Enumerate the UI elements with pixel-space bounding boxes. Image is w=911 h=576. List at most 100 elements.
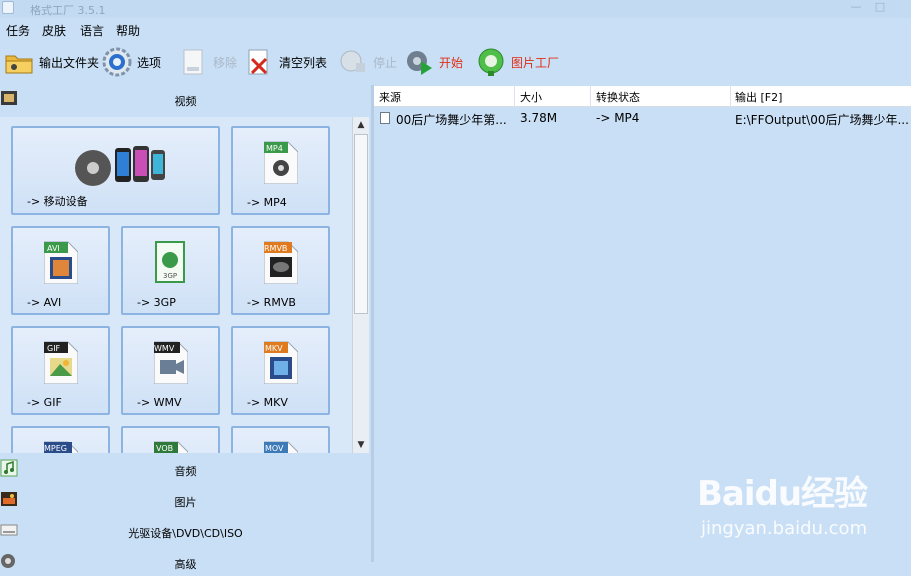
tile-label: -> 移动设备 [27,195,88,208]
row-source: 00后广场舞少年第... [396,113,507,127]
options-label: 选项 [137,55,162,70]
mp4-badge-text: MP4 [266,144,283,153]
tile-label: -> AVI [27,296,62,309]
mp4-file-icon: MP4 [261,140,298,185]
baidu-watermark: Baidu经验 jingyan.baidu.com [697,466,897,546]
column-source[interactable]: 来源 [379,89,401,105]
tile-label: -> WMV [137,396,182,409]
clear-list-icon [244,47,274,77]
tile-avi[interactable]: AVI -> AVI [11,226,110,315]
category-video[interactable]: 视频 [0,85,371,113]
vob-badge-text: VOB [156,444,173,453]
table-row[interactable]: 00后广场舞少年第... 3.78M -> MP4 E:\FFOutput\00… [374,109,911,127]
gif-badge-text: GIF [47,344,61,353]
watermark-url: jingyan.baidu.com [701,518,868,539]
gif-file-icon: GIF [41,340,78,385]
tile-mpeg[interactable]: MPEG [11,426,110,453]
column-size[interactable]: 大小 [520,89,542,105]
task-table-header: 来源 大小 转换状态 输出 [F2] [374,86,911,107]
tile-label: -> RMVB [247,296,296,309]
file-icon [380,112,390,124]
remove-button[interactable]: 移除 [178,46,237,78]
remove-icon [178,47,208,77]
format-grid-scrollbar[interactable]: ▲ ▼ [352,117,369,453]
tile-mov[interactable]: MOV [231,426,330,453]
folder-icon [4,47,34,77]
stop-icon [338,47,368,77]
app-icon [2,1,14,14]
mov-file-icon: MOV [261,440,298,453]
picture-factory-icon [476,47,506,77]
tile-wmv[interactable]: WMV -> WMV [121,326,220,415]
tile-label: -> 3GP [137,296,176,309]
category-picture-label: 图片 [174,496,197,509]
mov-badge-text: MOV [265,444,284,453]
avi-badge-text: AVI [47,244,60,253]
toolbar: 输出文件夹 选项 移除 清空列表 停止 开始 图片工厂 [0,42,911,82]
clear-list-label: 清空列表 [279,55,328,70]
clear-list-button[interactable]: 清空列表 [244,46,327,78]
menu-task[interactable]: 任务 [6,22,30,39]
menu-skin[interactable]: 皮肤 [42,22,66,39]
mkv-file-icon: MKV [261,340,298,385]
scroll-up-arrow-icon[interactable]: ▲ [354,118,368,132]
category-disc[interactable]: 光驱设备\DVD\CD\ISO [0,517,371,545]
start-button[interactable]: 开始 [404,46,463,78]
menu-bar: 任务 皮肤 语言 帮助 [0,18,911,40]
scroll-down-arrow-icon[interactable]: ▼ [354,438,368,452]
column-status[interactable]: 转换状态 [596,89,640,105]
gear-icon [102,47,132,77]
wmv-file-icon: WMV [151,340,188,385]
mpeg-file-icon: MPEG [41,440,78,453]
tile-label: -> MP4 [247,196,287,209]
avi-file-icon: AVI [41,240,78,285]
category-advanced[interactable]: 高级 [0,548,371,576]
mpeg-badge-text: MPEG [44,444,67,453]
menu-language[interactable]: 语言 [80,22,104,39]
stop-button[interactable]: 停止 [338,46,397,78]
category-audio-label: 音频 [174,465,197,478]
picture-factory-button[interactable]: 图片工厂 [476,46,559,78]
window-title: 格式工厂 3.5.1 [30,4,106,17]
menu-help[interactable]: 帮助 [116,22,140,39]
maximize-button[interactable]: □ [870,0,890,16]
category-disc-label: 光驱设备\DVD\CD\ISO [128,527,243,540]
minimize-button[interactable]: — [846,0,866,16]
tile-vob[interactable]: VOB [121,426,220,453]
category-picture[interactable]: 图片 [0,486,371,514]
category-advanced-label: 高级 [174,558,197,571]
remove-label: 移除 [213,55,238,70]
tile-mp4[interactable]: MP4 -> MP4 [231,126,330,215]
tile-gif[interactable]: GIF -> GIF [11,326,110,415]
3gp-badge-text: 3GP [163,272,177,280]
tile-mobile-devices[interactable]: -> 移动设备 [11,126,220,215]
tile-label: -> GIF [27,396,62,409]
tile-mkv[interactable]: MKV -> MKV [231,326,330,415]
vob-file-icon: VOB [151,440,188,453]
format-grid: -> 移动设备 MP4 -> MP4 AVI -> AVI 3GP -> 3GP… [0,117,352,453]
category-video-label: 视频 [174,95,197,108]
column-divider[interactable] [730,86,731,106]
category-audio[interactable]: 音频 [0,455,371,483]
row-size: 3.78M [520,111,558,125]
start-label: 开始 [439,55,464,70]
stop-label: 停止 [373,55,398,70]
output-folder-button[interactable]: 输出文件夹 [4,46,99,78]
rmvb-file-icon: RMVB [261,240,298,285]
tile-3gp[interactable]: 3GP -> 3GP [121,226,220,315]
tile-label: -> MKV [247,396,288,409]
tile-rmvb[interactable]: RMVB -> RMVB [231,226,330,315]
options-button[interactable]: 选项 [102,46,161,78]
3gp-file-icon: 3GP [154,240,188,284]
scroll-thumb[interactable] [354,134,368,314]
row-output: E:\FFOutput\00后广场舞少年... [735,113,909,127]
column-output[interactable]: 输出 [F2] [735,89,782,105]
watermark-brand: Baidu经验 [697,474,868,514]
start-icon [404,47,434,77]
title-bar: 格式工厂 3.5.1 — □ [0,0,911,18]
picture-factory-label: 图片工厂 [511,55,560,70]
rmvb-badge-text: RMVB [264,244,287,253]
column-divider[interactable] [590,86,591,106]
column-divider[interactable] [514,86,515,106]
row-status: -> MP4 [596,111,640,125]
